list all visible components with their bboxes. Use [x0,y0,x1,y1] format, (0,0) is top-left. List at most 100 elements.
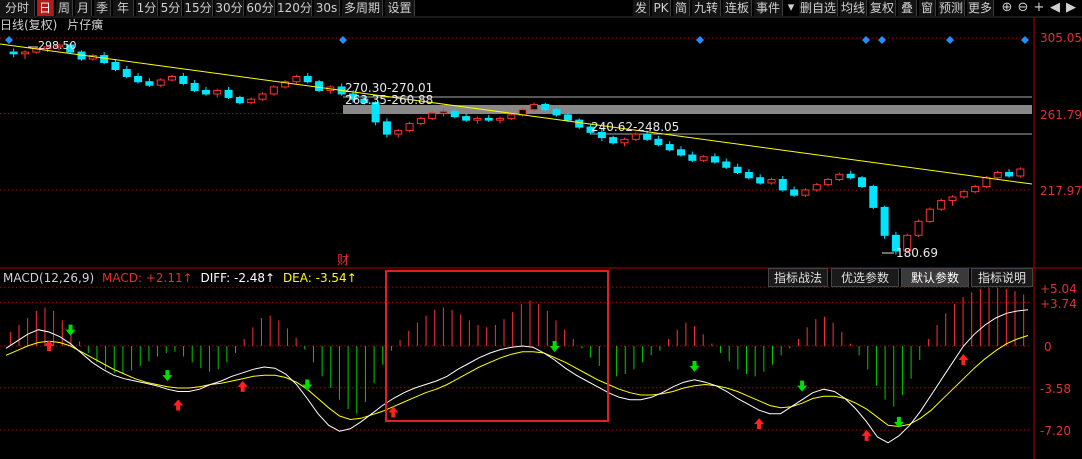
candle-body [111,62,120,71]
candle-body [416,117,425,125]
candle-body [846,173,855,179]
candle-body [405,123,414,132]
macd-axis-label: 0 [1044,340,1052,354]
candle-body [937,199,946,210]
candle-body [925,208,934,222]
dea-line [5,335,1029,428]
candle-body [134,75,143,83]
buy-arrow-icon [173,399,184,411]
tab-optimized-params[interactable]: 优选参数 [831,268,899,287]
macd-header: MACD(12,26,9) MACD: +2.11↑ DIFF: -2.48↑ … [3,270,357,286]
candle-body [382,121,391,135]
candle-body [620,138,629,144]
candle-body [948,196,957,201]
candle-body [654,138,663,146]
diff-line [5,309,1029,444]
candle-body [733,166,742,173]
candle-body [224,89,233,98]
candle-body [959,191,968,198]
candle-body [699,156,708,161]
candle-body [213,89,222,95]
gap-label-2: 263.35-260.88 [345,93,434,107]
candle-body [552,109,561,116]
candle-body [643,133,652,140]
buy-arrow-icon [237,380,248,392]
tab-indicator-help[interactable]: 指标说明 [971,268,1033,287]
price-axis-label: 217.97 [1040,184,1082,198]
tab-indicator-strategy[interactable]: 指标战法 [768,268,828,287]
event-diamond [1021,36,1029,44]
event-diamond [878,36,886,44]
candle-body [982,177,991,187]
event-diamond [339,36,347,44]
candle-body [835,173,844,180]
macd-axis-label: -3.58 [1040,382,1072,396]
diff-label: DIFF: [200,271,231,285]
macd-axis-label: +5.04 [1040,282,1077,296]
high-price-label: 298.50 [38,39,77,52]
candle-body [880,206,889,236]
candle-body [439,110,448,114]
candle-body [631,133,640,140]
sell-arrow-icon [162,370,173,382]
macd-axis-label: +3.74 [1040,297,1077,311]
candle-body [462,116,471,121]
candle-body [541,103,550,111]
candle-body [473,117,482,121]
candle-body [303,75,312,83]
candle-body [122,69,131,77]
candle-body [179,75,188,84]
candle-body [609,137,618,144]
dea-label: DEA: [282,271,312,285]
event-diamond [946,36,954,44]
buy-arrow-icon [958,354,969,365]
candle-body [450,110,459,118]
macd-name: MACD(12,26,9) [3,271,95,285]
candle-body [9,51,18,55]
stock-chart[interactable] [0,0,1082,459]
candle-body [801,189,810,196]
tab-default-params[interactable]: 默认参数 [901,268,969,287]
sell-arrow-icon [549,341,560,352]
event-diamond [862,36,870,44]
candle-body [563,114,572,121]
price-axis-label: 305.05 [1040,31,1082,45]
candle-body [993,171,1002,179]
candle-body [496,117,505,121]
diff-value: -2.48↑ [234,271,276,285]
candle-body [790,189,799,196]
sell-arrow-icon [797,380,808,392]
candle-body [914,220,923,236]
candle-body [824,178,833,186]
candle-body [971,185,980,193]
dea-value: -3.54↑ [315,271,357,285]
candle-body [428,112,437,119]
price-axis-label: 261.79 [1040,108,1082,122]
buy-arrow-icon [754,418,765,430]
candle-body [722,161,731,168]
candle-body [394,130,403,135]
candle-body [857,177,866,187]
gap-label-3: 240.62-248.05 [591,120,680,134]
buy-arrow-icon [861,429,872,441]
candle-body [190,82,199,91]
sell-arrow-icon [65,324,76,336]
sell-arrow-icon [689,360,700,372]
low-price-label: 180.69 [896,246,938,260]
macd-value: +2.11↑ [145,271,193,285]
candle-body [247,98,256,104]
candle-body [778,178,787,191]
event-marker[interactable]: 财 [337,251,349,268]
candle-body [756,177,765,184]
candle-body [507,114,516,119]
candle-body [1005,171,1014,177]
candle-body [665,144,674,151]
candle-body [1016,168,1025,177]
candle-body [529,103,538,111]
event-diamond [5,36,13,44]
candle-body [145,81,154,86]
candle-body [688,154,697,161]
candle-body [767,178,776,184]
candle-body [20,51,29,55]
candle-body [168,75,177,81]
